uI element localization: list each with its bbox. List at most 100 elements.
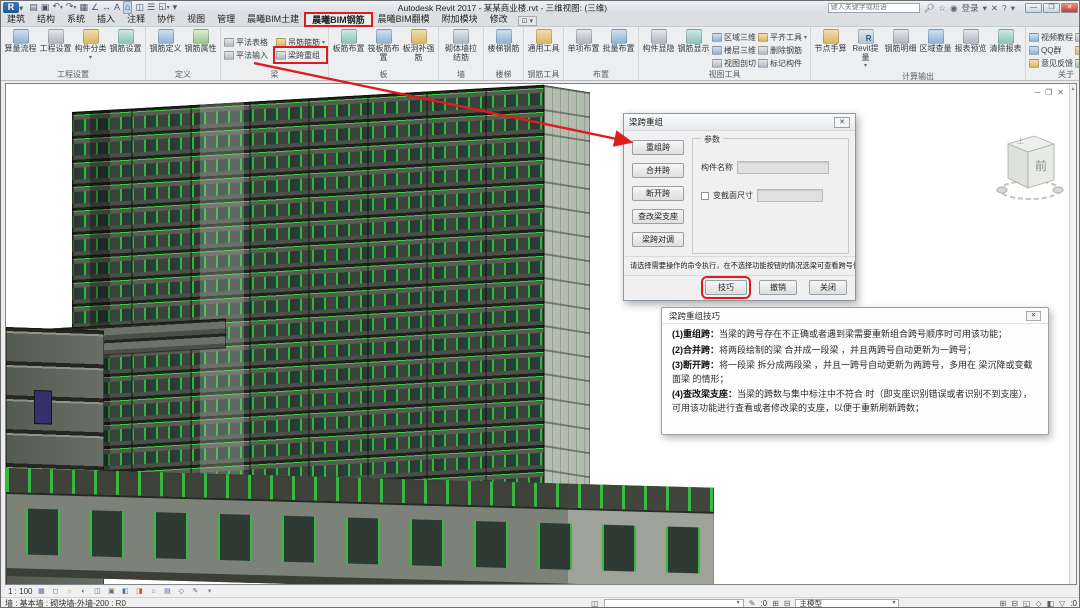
tab-chenxi-bim-gangjin[interactable]: 晨曦BIM钢筋 [305,13,372,26]
tab-addins[interactable]: 附加模块 [436,13,484,26]
design-option-dropdown[interactable]: 主模型▾ [795,599,899,608]
worksets-icon[interactable]: ◫ [591,599,599,608]
view-section-cut-button[interactable]: 视图剖切 [712,57,756,69]
close-button[interactable]: ✕ [1061,3,1078,13]
crop-region-icon[interactable]: ▣ [106,587,116,596]
viewcube[interactable]: 上 前 [994,124,1064,212]
exchange-apps-icon[interactable]: ✕ [991,3,998,13]
design-options-icon[interactable]: ⊞ [772,599,779,608]
tips-button[interactable]: 技巧 [705,280,747,295]
video-tutorial-button[interactable]: 视频教程 [1029,31,1073,43]
tab-view[interactable]: 视图 [181,13,211,26]
constraints-icon[interactable]: ◇ [176,587,186,596]
region-3d-button[interactable]: 区域三维 [712,31,756,43]
dialog-titlebar[interactable]: 梁跨重组 ✕ [624,114,855,131]
view-scrollbar[interactable]: ▴ [1069,84,1076,584]
report-preview-button[interactable]: 报表预览 [954,29,987,54]
select-underlay-icon[interactable]: ◱ [1023,599,1031,608]
tips-close-icon[interactable]: ✕ [1026,311,1041,321]
section-size-checkbox[interactable] [701,192,709,200]
aligned-dimension-icon[interactable]: ↔ [102,2,111,13]
about-button[interactable]: 关于 [1075,31,1080,43]
minimize-button[interactable]: — [1025,3,1042,13]
scroll-up-icon[interactable]: ▴ [1070,85,1076,92]
component-visibility-button[interactable]: 构件显隐 [642,29,675,54]
close-dialog-button[interactable]: 关闭 [809,280,847,295]
tag-component-button[interactable]: 标记构件 [758,57,807,69]
tab-architecture[interactable]: 建筑 [1,13,31,26]
single-layout-button[interactable]: 单项布置 [567,29,600,54]
beam-span-regroup-button[interactable]: 梁跨重组 [276,49,325,61]
dialog-close-icon[interactable]: ✕ [834,117,850,128]
analytical-model-icon[interactable]: ▤ [162,587,172,596]
restore-button[interactable]: ❐ [1043,3,1060,13]
revit-takeoff-button[interactable]: Revit提量▾ [849,29,882,71]
detail-level-icon[interactable]: ▦ [36,587,46,596]
batch-layout-button[interactable]: 批量布置 [602,29,635,54]
component-name-field[interactable] [737,161,829,174]
exchange-icon[interactable]: ☆ [939,3,947,13]
general-tools-button[interactable]: 通用工具 [527,29,560,54]
clear-report-button[interactable]: 清除报表 [989,29,1022,54]
user-icon[interactable]: ◉ [950,3,957,13]
calc-flow-button[interactable]: 算量流程 [4,29,37,54]
delete-rebar-button[interactable]: 删除钢筋 [758,44,807,56]
visual-style-icon[interactable]: ◻ [50,587,60,596]
component-classify-button[interactable]: 构件分类▾ [74,29,107,62]
raft-rebar-layout-button[interactable]: 筏板筋布置 [367,29,400,62]
select-pinned-icon[interactable]: ◇ [1035,599,1041,608]
tab-modify[interactable]: 修改 [484,13,514,26]
open-icon[interactable]: ▤ [29,2,38,13]
feedback-button[interactable]: 意见反馈 [1029,57,1073,69]
tab-manage[interactable]: 管理 [211,13,241,26]
shadows-icon[interactable]: ◐ [78,587,88,596]
section-size-field[interactable] [757,189,823,202]
help-icon[interactable]: ? [1002,3,1007,13]
thin-lines-icon[interactable]: ☰ [147,2,155,13]
design-options-edit-icon[interactable]: ⊟ [784,599,791,608]
tips-titlebar[interactable]: 梁跨重组技巧 ✕ [662,308,1048,324]
stair-rebar-button[interactable]: 楼梯钢筋 [487,29,520,54]
license-button[interactable]: 授权 [1075,57,1080,69]
search-icon[interactable]: 🔎︎ [924,3,935,13]
swap-span-button[interactable]: 梁跨对调 [632,232,684,247]
temporary-view-icon[interactable]: ⌂ [148,587,158,596]
tab-systems[interactable]: 系统 [61,13,91,26]
view-restore-icon[interactable]: ❐ [1045,88,1052,97]
editing-requests-icon[interactable]: ✎ [749,599,756,608]
tab-annotate[interactable]: 注释 [121,13,151,26]
tab-insert[interactable]: 插入 [91,13,121,26]
pingfa-table-button[interactable]: 平法表格 [224,36,268,48]
rebar-schedule-button[interactable]: 钢筋明细 [884,29,917,54]
merge-span-button[interactable]: 合并跨 [632,163,684,178]
active-workset-dropdown[interactable]: ▾ [604,599,744,608]
select-by-face-icon[interactable]: ◧ [1047,599,1055,608]
check-support-button[interactable]: 查改梁支座 [632,209,684,224]
rebar-properties-button[interactable]: 钢筋属性 [184,29,217,54]
viewbar-more-icon[interactable]: ▾ [204,587,214,596]
view-minimize-icon[interactable]: ─ [1034,88,1040,97]
break-span-button[interactable]: 断开跨 [632,186,684,201]
measure-icon[interactable]: ∠ [91,2,99,13]
floor-3d-button[interactable]: 楼层三维 [712,44,756,56]
help-arrow-icon[interactable]: ▾ [1011,3,1015,13]
app-menu-arrow-icon[interactable]: ▾ [19,3,23,13]
pingfa-input-button[interactable]: 平法输入 [224,49,268,61]
project-settings-button[interactable]: 工程设置 [39,29,72,54]
signin-label[interactable]: 登录 [962,3,979,13]
exclude-options-icon[interactable]: ⊞ [999,599,1006,608]
tab-chenxi-bim-tujian[interactable]: 晨曦BIM土建 [241,13,305,26]
masonry-tie-bar-button[interactable]: 砌体墙拉结筋 [442,29,480,62]
rebar-settings-button[interactable]: 钢筋设置 [109,29,142,54]
section-icon[interactable]: ◫ [135,2,144,13]
tab-structure[interactable]: 结构 [31,13,61,26]
temporary-hide-icon[interactable]: ◧ [120,587,130,596]
view-close-icon[interactable]: ✕ [1057,88,1064,97]
reveal-hidden-icon[interactable]: ◨ [134,587,144,596]
region-quantity-button[interactable]: 区域查量 [919,29,952,54]
crop-view-icon[interactable]: ◫ [92,587,102,596]
opening-reinforce-button[interactable]: 板洞补强筋 [402,29,435,62]
rebar-define-button[interactable]: 钢筋定义 [149,29,182,54]
sun-path-icon[interactable]: ☼ [64,587,74,596]
node-calc-button[interactable]: 节点手算 [814,29,847,54]
